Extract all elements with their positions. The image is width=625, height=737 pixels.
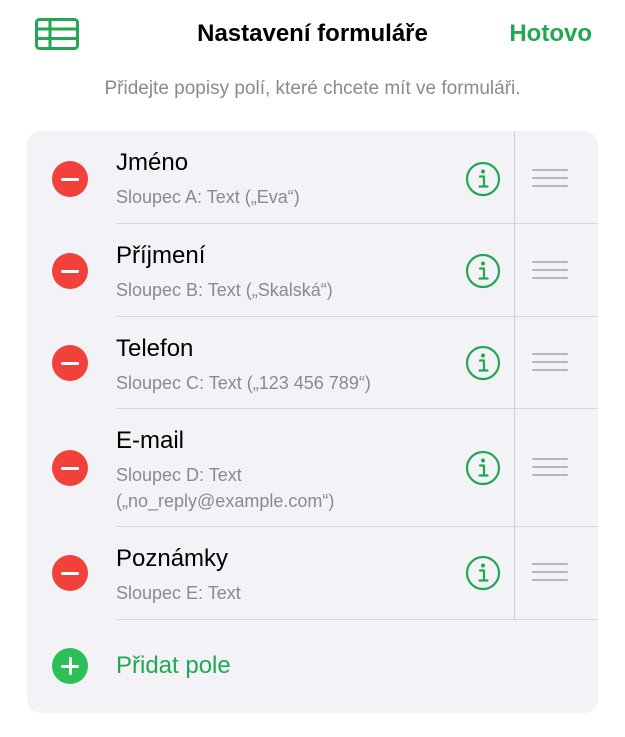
info-circle-icon[interactable] [465, 161, 501, 197]
info-circle-icon[interactable] [465, 450, 501, 486]
field-name[interactable]: Poznámky [116, 545, 228, 573]
fields-card: Jméno Sloupec A: Text („Eva“) Příjmení S… [27, 131, 598, 713]
info-circle-icon[interactable] [465, 555, 501, 591]
field-name[interactable]: Jméno [116, 149, 188, 177]
field-description: Sloupec E: Text [116, 583, 241, 603]
field-description: Sloupec B: Text („Skalská“) [116, 280, 333, 300]
header: Nastavení formuláře Hotovo [0, 0, 625, 70]
field-description: Sloupec D: Text („no_reply@example.com“) [116, 465, 335, 511]
field-row: E-mail Sloupec D: Text („no_reply@exampl… [27, 409, 598, 527]
plus-circle-icon [52, 648, 88, 684]
drag-handle-icon[interactable] [532, 261, 568, 281]
field-row: Jméno Sloupec A: Text („Eva“) [27, 131, 598, 224]
drag-handle-icon[interactable] [532, 563, 568, 583]
remove-field-button[interactable] [52, 450, 88, 486]
remove-field-button[interactable] [52, 161, 88, 197]
field-row: Telefon Sloupec C: Text („123 456 789“) [27, 317, 598, 409]
remove-field-button[interactable] [52, 555, 88, 591]
add-field-label: Přidat pole [116, 652, 231, 679]
drag-handle-icon[interactable] [532, 353, 568, 373]
field-row: Poznámky Sloupec E: Text [27, 527, 598, 620]
drag-handle-icon[interactable] [532, 169, 568, 189]
field-row: Příjmení Sloupec B: Text („Skalská“) [27, 224, 598, 317]
drag-handle-icon[interactable] [532, 458, 568, 478]
field-description: Sloupec C: Text („123 456 789“) [116, 373, 371, 393]
field-name[interactable]: Telefon [116, 335, 193, 363]
done-button[interactable]: Hotovo [509, 20, 592, 48]
field-description: Sloupec A: Text („Eva“) [116, 187, 300, 207]
remove-field-button[interactable] [52, 253, 88, 289]
info-circle-icon[interactable] [465, 253, 501, 289]
info-circle-icon[interactable] [465, 345, 501, 381]
add-field-button[interactable]: Přidat pole [27, 620, 598, 713]
remove-field-button[interactable] [52, 345, 88, 381]
field-name[interactable]: Příjmení [116, 242, 205, 270]
instructions-text: Přidejte popisy polí, které chcete mít v… [104, 78, 521, 99]
field-name[interactable]: E-mail [116, 427, 184, 455]
